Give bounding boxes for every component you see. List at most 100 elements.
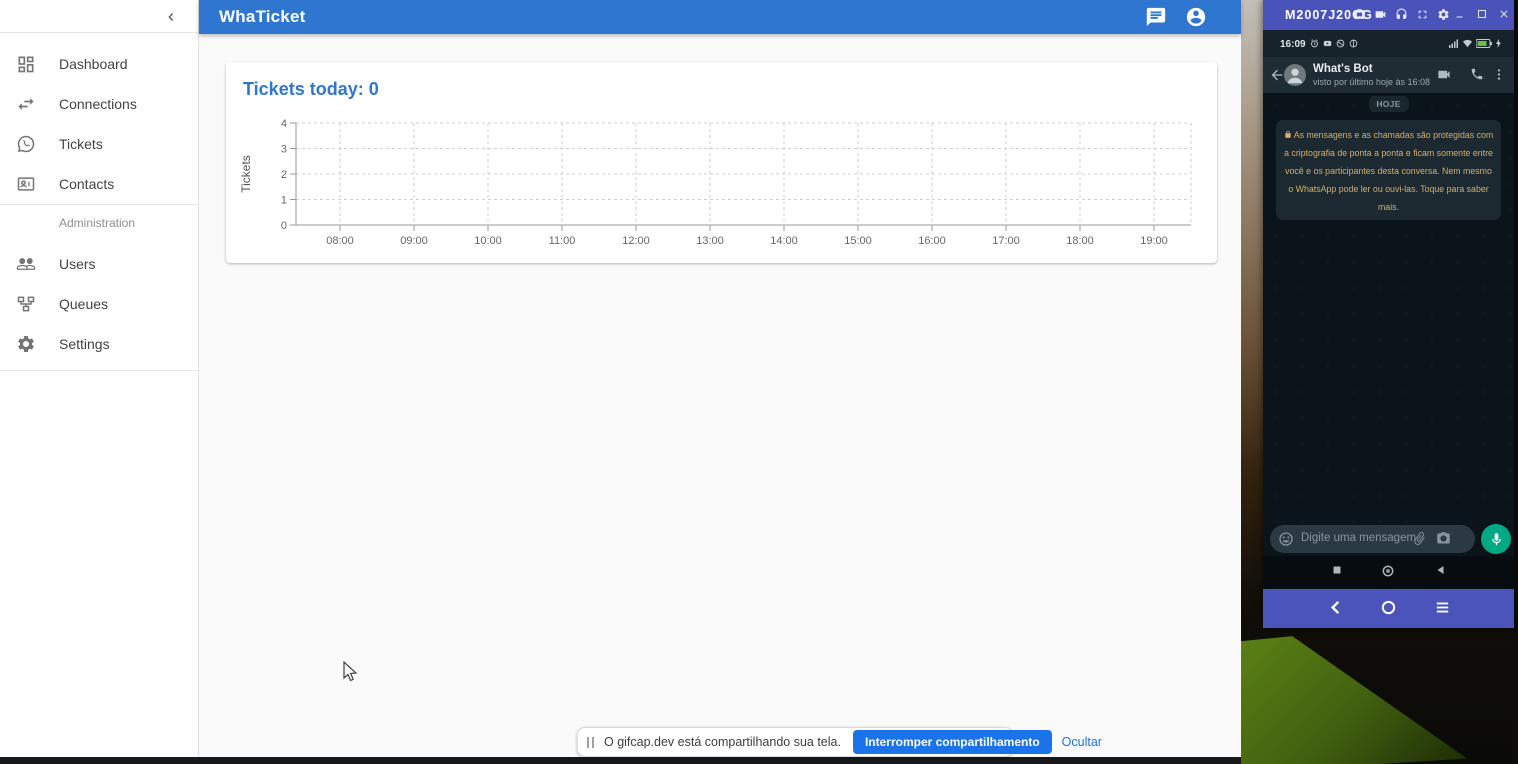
hide-share-bar-link[interactable]: Ocultar	[1062, 735, 1102, 749]
contact-name[interactable]: What's Bot	[1313, 63, 1373, 75]
chat-bubble-icon	[1145, 6, 1167, 28]
whaticket-app-window: Dashboard Connections Tickets Contacts	[0, 0, 1241, 764]
settings-gear-icon[interactable]	[1437, 8, 1450, 21]
people-icon	[15, 253, 37, 275]
svg-text:12:00: 12:00	[622, 235, 650, 247]
svg-text:2: 2	[281, 169, 287, 181]
close-icon[interactable]	[1498, 8, 1510, 20]
screen: Dashboard Connections Tickets Contacts	[0, 0, 1518, 764]
window-bottom-edge	[0, 757, 1241, 764]
app-title: WhaTicket	[219, 7, 306, 27]
record-videocam-icon[interactable]	[1374, 8, 1387, 21]
sidebar-item-label: Queues	[59, 296, 108, 312]
drag-handle-icon[interactable]	[587, 737, 594, 748]
scrcpy-toolbar	[1263, 589, 1514, 628]
sidebar-item-label: Contacts	[59, 176, 114, 192]
whatsapp-input-row: Digite uma mensagem	[1263, 523, 1514, 556]
tree-icon	[15, 293, 37, 315]
svg-text:18:00: 18:00	[1066, 235, 1094, 247]
sidebar-item-queues[interactable]: Queues	[0, 284, 198, 324]
phone-titlebar[interactable]: M2007J20CG	[1263, 0, 1514, 30]
sidebar-divider	[0, 204, 199, 205]
sidebar-section-label: Administration	[59, 216, 135, 230]
sidebar-item-label: Settings	[59, 336, 110, 352]
kebab-menu-icon[interactable]	[1492, 67, 1506, 82]
back-arrow-icon[interactable]	[1269, 67, 1285, 83]
collapse-sidebar-button[interactable]	[159, 5, 183, 29]
chevron-left-icon	[163, 9, 179, 25]
screen-share-bar: O gifcap.dev está compartilhando sua tel…	[577, 727, 1013, 757]
svg-text:11:00: 11:00	[549, 235, 576, 247]
call-icon[interactable]	[1470, 67, 1484, 81]
gear-icon	[15, 333, 37, 355]
sidebar-item-dashboard[interactable]: Dashboard	[0, 44, 198, 84]
stop-sharing-button[interactable]: Interromper compartilhamento	[853, 730, 1052, 754]
dashboard-icon	[15, 53, 37, 75]
svg-text:16:00: 16:00	[918, 235, 946, 247]
camera-icon[interactable]	[1436, 531, 1451, 546]
mic-icon	[1489, 532, 1504, 547]
encryption-notice[interactable]: As mensagens e as chamadas são protegida…	[1276, 120, 1501, 220]
account-circle-icon	[1185, 6, 1207, 28]
videocall-icon[interactable]	[1436, 67, 1452, 82]
app-circle-icon	[1336, 39, 1345, 48]
toolbar-back-icon[interactable]	[1327, 599, 1344, 616]
headset-icon[interactable]	[1395, 8, 1408, 21]
nav-home-icon[interactable]	[1381, 564, 1395, 578]
nav-back-icon[interactable]	[1435, 564, 1447, 576]
screenshot-camera-icon[interactable]	[1353, 8, 1366, 21]
svg-text:3: 3	[281, 144, 287, 156]
contact-card-icon	[15, 173, 37, 195]
charging-icon	[1495, 39, 1502, 48]
sidebar-item-settings[interactable]: Settings	[0, 324, 198, 364]
card-title: Tickets today: 0	[243, 79, 379, 100]
youtube-icon	[1323, 39, 1332, 48]
tickets-today-card: Tickets today: 0 0123408:0009:0010:0011:…	[226, 62, 1217, 263]
svg-text:Tickets: Tickets	[239, 155, 253, 193]
signal-icon	[1449, 39, 1459, 48]
message-input-placeholder: Digite uma mensagem	[1301, 532, 1416, 544]
svg-text:09:00: 09:00	[400, 235, 428, 247]
chat-button[interactable]	[1145, 6, 1167, 28]
share-message: O gifcap.dev está compartilhando sua tel…	[604, 735, 841, 749]
svg-text:14:00: 14:00	[770, 235, 798, 247]
whatsapp-chat-area: HOJE As mensagens e as chamadas são prot…	[1263, 93, 1514, 523]
contact-avatar[interactable]	[1284, 64, 1306, 86]
sidebar-item-label: Connections	[59, 96, 137, 112]
svg-text:13:00: 13:00	[696, 235, 724, 247]
fullscreen-icon[interactable]	[1416, 8, 1429, 21]
svg-text:10:00: 10:00	[474, 235, 502, 247]
message-input[interactable]: Digite uma mensagem	[1270, 525, 1475, 553]
svg-text:1: 1	[281, 195, 287, 207]
sidebar-item-contacts[interactable]: Contacts	[0, 164, 198, 204]
sidebar-item-tickets[interactable]: Tickets	[0, 124, 198, 164]
wallpaper-leaf	[1237, 628, 1467, 764]
wifi-icon	[1462, 39, 1473, 48]
status-time: 16:09	[1280, 39, 1306, 50]
sidebar-item-connections[interactable]: Connections	[0, 84, 198, 124]
mic-button[interactable]	[1481, 524, 1511, 554]
sidebar-item-users[interactable]: Users	[0, 244, 198, 284]
emoji-icon[interactable]	[1278, 531, 1294, 547]
nav-recents-icon[interactable]	[1331, 564, 1343, 576]
svg-text:15:00: 15:00	[844, 235, 872, 247]
svg-text:0: 0	[281, 220, 287, 232]
lock-icon	[1284, 130, 1292, 139]
account-button[interactable]	[1185, 6, 1207, 28]
alarm-icon	[1310, 39, 1319, 48]
sidebar-divider	[0, 370, 199, 371]
whatsapp-icon	[15, 133, 37, 155]
minimize-icon[interactable]	[1454, 8, 1466, 20]
app-topbar: WhaTicket	[199, 0, 1241, 34]
sidebar: Dashboard Connections Tickets Contacts	[0, 0, 199, 757]
android-status-bar: 16:09	[1263, 30, 1514, 57]
date-divider-chip: HOJE	[1368, 96, 1408, 112]
sidebar-item-label: Users	[59, 256, 96, 272]
svg-text:19:00: 19:00	[1140, 235, 1168, 247]
maximize-icon[interactable]	[1476, 8, 1488, 20]
contact-last-seen: visto por último hoje às 16:08	[1313, 77, 1430, 87]
android-nav-bar	[1263, 556, 1514, 589]
toolbar-home-icon[interactable]	[1380, 599, 1397, 616]
svg-text:08:00: 08:00	[326, 235, 354, 247]
toolbar-menu-icon[interactable]	[1434, 599, 1451, 616]
